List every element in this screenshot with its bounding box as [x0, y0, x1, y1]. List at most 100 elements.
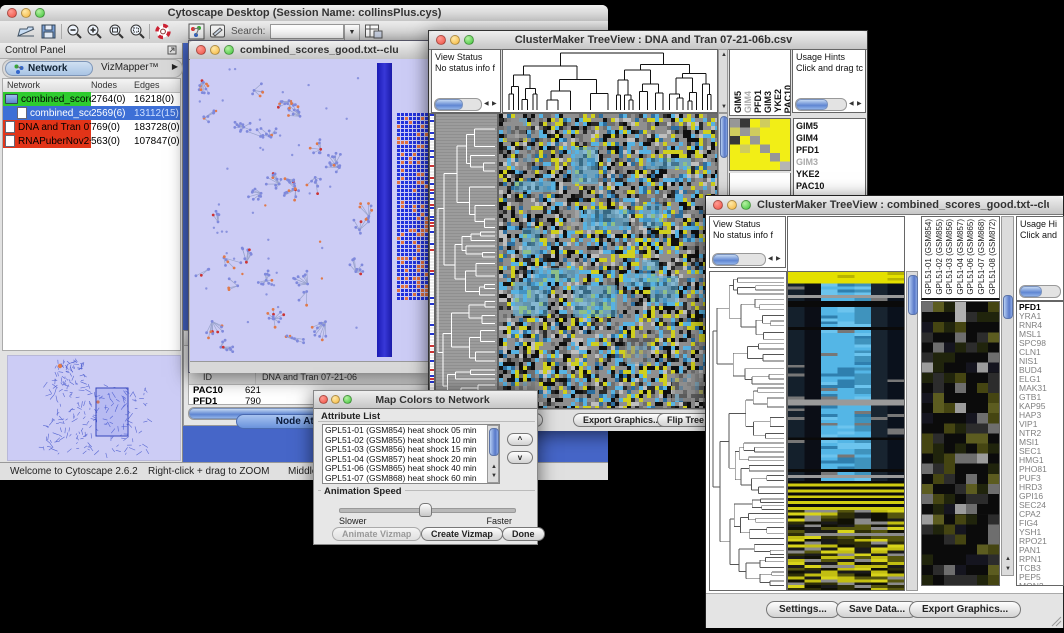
tv2-outer-vscrollbar[interactable]: ▲ ▼ — [1001, 216, 1014, 576]
zoom-button[interactable] — [35, 8, 45, 18]
close-button[interactable] — [196, 45, 206, 55]
tv2-column-tree-area — [787, 216, 905, 272]
create-vizmap-button[interactable]: Create Vizmap — [421, 527, 503, 541]
attribute-browser-button[interactable] — [364, 23, 383, 40]
network-table: Network Nodes Edges combined_scores_2764… — [2, 78, 181, 351]
col-nodes[interactable]: Nodes — [91, 80, 117, 90]
resize-grip[interactable] — [1050, 615, 1062, 627]
minimize-button[interactable] — [331, 395, 340, 404]
tv1-column-labels: GIM5GIM4PFD1GIM3YKE2PAC10 — [729, 49, 791, 116]
network-row[interactable]: RNAPuberNov2+563(0)107847(0) — [3, 134, 180, 148]
tv2-status-scrollbar[interactable] — [712, 253, 766, 266]
tv2-export-graphics-button[interactable]: Export Graphics... — [909, 601, 1021, 618]
tv1-usage-hints-text: Click and drag tc — [796, 63, 863, 73]
minimize-button[interactable] — [21, 8, 31, 18]
network-edges: 183728(0) — [134, 120, 182, 134]
network-window-footer — [190, 361, 431, 373]
control-panel: Control Panel Network VizMapper™ ▶ Netwo… — [0, 43, 183, 462]
tv1-column-label: PAC10 — [783, 85, 791, 113]
scroll-left-icon[interactable]: ◀ — [849, 100, 854, 108]
attribute-list-vscrollbar[interactable]: ▲ ▼ — [487, 425, 499, 483]
tv1-status-scrollbar[interactable] — [434, 98, 482, 111]
treeview2-titlebar[interactable]: ClusterMaker TreeView : combined_scores_… — [706, 196, 1063, 215]
tv1-view-status-title: View Status — [435, 52, 482, 62]
tv2-hints-scrollbar[interactable] — [1019, 285, 1061, 298]
tv2-row-dendrogram[interactable] — [709, 271, 787, 591]
tv2-detail-heatmap[interactable] — [921, 301, 1000, 586]
network-canvas[interactable] — [190, 59, 431, 361]
float-panel-icon[interactable] — [167, 45, 177, 55]
attribute-item[interactable]: GPL51-07 (GSM868) heat shock 60 min — [323, 474, 499, 484]
scroll-right-icon[interactable]: ▶ — [492, 100, 497, 108]
tv1-column-dendrogram[interactable] — [502, 49, 718, 113]
tv1-heatmap[interactable] — [498, 113, 718, 409]
network-name-cell: RNAPuberNov2+ — [3, 134, 91, 148]
scroll-right-icon[interactable]: ▶ — [776, 255, 781, 263]
scroll-right-icon[interactable]: ▶ — [857, 100, 862, 108]
tv2-heatmap-vscrollbar[interactable] — [906, 271, 918, 591]
zoom-button[interactable] — [224, 45, 234, 55]
attribute-listbox[interactable]: GPL51-01 (GSM854) heat shock 05 minGPL51… — [322, 424, 500, 484]
scroll-left-icon[interactable]: ◀ — [484, 100, 489, 108]
data-col-id[interactable]: ID — [189, 372, 256, 384]
network-overview-panel[interactable] — [7, 355, 181, 461]
done-button[interactable]: Done — [502, 527, 545, 541]
tv2-save-data-button[interactable]: Save Data... — [836, 601, 918, 618]
minimize-button[interactable] — [450, 35, 460, 45]
col-edges[interactable]: Edges — [134, 80, 160, 90]
main-titlebar[interactable]: Cytoscape Desktop (Session Name: collins… — [0, 5, 608, 22]
zoom-button[interactable] — [741, 200, 751, 210]
open-file-button[interactable] — [16, 23, 36, 40]
network-name-cell: combined_sco — [3, 106, 91, 120]
dialog-titlebar[interactable]: Map Colors to Network — [314, 391, 537, 409]
help-button[interactable] — [154, 23, 172, 40]
tv2-usage-hints-text: Click and — [1020, 230, 1057, 240]
treeview1-titlebar[interactable]: ClusterMaker TreeView : DNA and Tran 07-… — [429, 31, 867, 50]
save-button[interactable] — [40, 23, 57, 40]
tv1-row-label: PAC10 — [796, 180, 863, 192]
animation-slider[interactable] — [339, 503, 514, 515]
network-row[interactable]: combined_sco2569(6)13112(15) — [3, 106, 180, 120]
zoom-selected-button[interactable] — [129, 23, 147, 40]
zoom-in-button[interactable] — [86, 23, 104, 40]
slider-thumb[interactable] — [419, 503, 432, 517]
tv2-settings-button[interactable]: Settings... — [766, 601, 840, 618]
search-input[interactable] — [270, 24, 344, 39]
col-network[interactable]: Network — [7, 80, 40, 90]
close-button[interactable] — [713, 200, 723, 210]
tv2-heatmap[interactable] — [787, 271, 905, 591]
close-button[interactable] — [436, 35, 446, 45]
tv1-hints-scrollbar[interactable] — [795, 98, 847, 111]
move-up-button[interactable]: ^ — [507, 433, 533, 446]
toolbar-separator — [149, 24, 150, 39]
tab-network[interactable]: Network — [5, 61, 93, 76]
move-down-button[interactable]: v — [507, 451, 533, 464]
network-view-titlebar[interactable]: combined_scores_good.txt--cluste... — [189, 41, 432, 60]
tv1-summary-matrix[interactable] — [729, 118, 791, 171]
tab-vizmapper[interactable]: VizMapper™ — [95, 61, 165, 74]
scroll-left-icon[interactable]: ◀ — [768, 255, 773, 263]
animate-vizmap-button[interactable]: Animate Vizmap — [332, 527, 421, 541]
minimize-button[interactable] — [210, 45, 220, 55]
close-button[interactable] — [319, 395, 328, 404]
data-col-attr[interactable]: DNA and Tran 07-21-06 — [256, 372, 357, 384]
zoom-button[interactable] — [343, 395, 352, 404]
zoom-selected-icon — [129, 23, 147, 40]
network-row[interactable]: DNA and Tran 07769(0)183728(0) — [3, 120, 180, 134]
close-button[interactable] — [7, 8, 17, 18]
panel-toggle-button[interactable] — [188, 23, 205, 40]
tv1-export-graphics-button[interactable]: Export Graphics... — [573, 413, 671, 427]
tv1-row-dendrogram[interactable] — [435, 113, 498, 409]
annotation-button[interactable] — [209, 23, 227, 40]
minimize-button[interactable] — [727, 200, 737, 210]
zoom-button[interactable] — [464, 35, 474, 45]
zoom-out-button[interactable] — [66, 23, 84, 40]
tab-overflow-arrow[interactable]: ▶ — [172, 62, 178, 71]
tv2-column-label: GPL51-07 (GSM868) — [977, 219, 986, 295]
tv1-vscrollbar-top[interactable]: ▲▼ — [718, 49, 728, 113]
search-dropdown-button[interactable]: ▼ — [344, 24, 360, 41]
zoom-fit-button[interactable] — [108, 23, 126, 40]
network-edges: 13112(15) — [134, 106, 182, 120]
network-row[interactable]: combined_scores_2764(0)16218(0) — [3, 92, 180, 106]
tv2-column-labels: GPL51-01 (GSM854)GPL51-02 (GSM855)GPL51-… — [921, 216, 1000, 300]
